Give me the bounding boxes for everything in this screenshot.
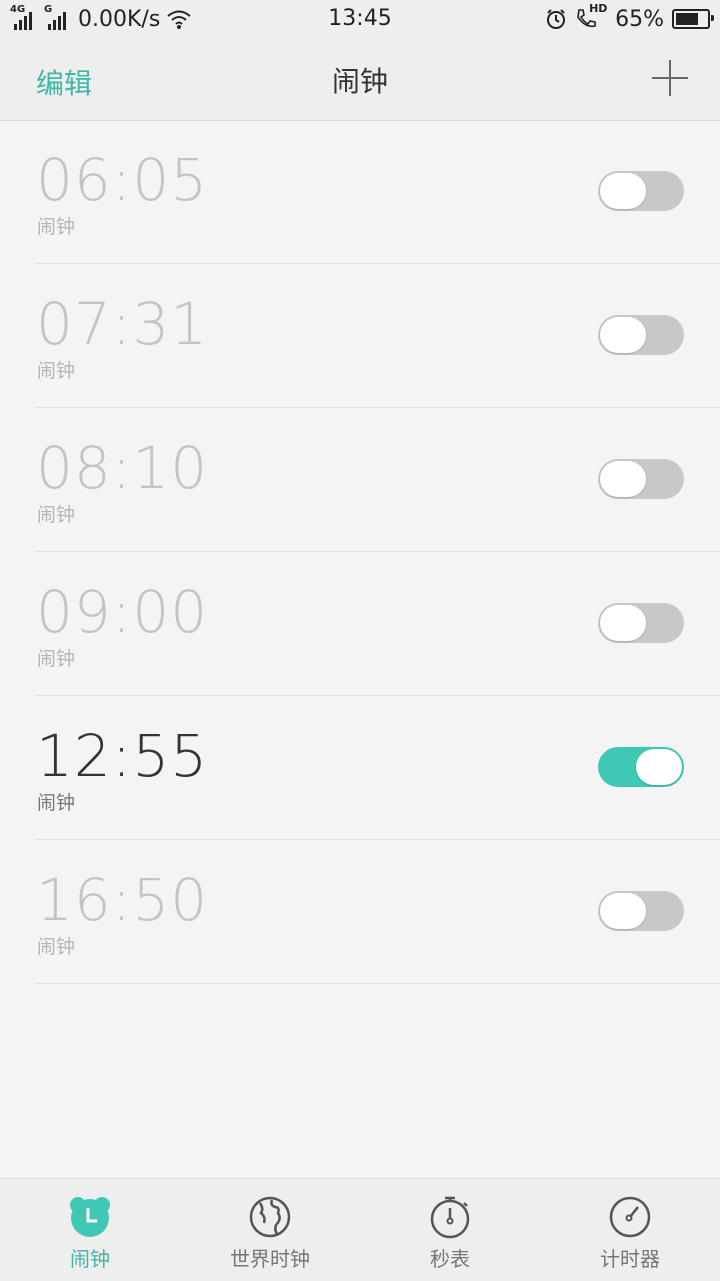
toggle-knob bbox=[600, 461, 646, 497]
tab-stopwatch[interactable]: 秒表 bbox=[360, 1179, 540, 1281]
alarm-item[interactable]: 08:10 闹钟 bbox=[0, 408, 720, 552]
alarm-label: 闹钟 bbox=[37, 936, 76, 958]
alarm-toggle[interactable] bbox=[598, 459, 684, 499]
hd-label: HD bbox=[589, 2, 608, 15]
app-header: 编辑 闹钟 bbox=[0, 38, 720, 121]
toggle-knob bbox=[600, 173, 646, 209]
tab-world-clock[interactable]: 世界时钟 bbox=[180, 1179, 360, 1281]
page-title: 闹钟 bbox=[331, 65, 388, 98]
toggle-knob bbox=[600, 605, 646, 641]
globe-icon bbox=[249, 1196, 291, 1238]
alarm-time: 06:05 bbox=[36, 146, 209, 214]
alarm-time: 08:10 bbox=[36, 434, 209, 502]
timer-icon bbox=[609, 1196, 651, 1238]
bottom-tab-bar: 闹钟 世界时钟 秒表 计时器 bbox=[0, 1178, 720, 1281]
alarm-toggle[interactable] bbox=[598, 891, 684, 931]
tab-label: 世界时钟 bbox=[230, 1247, 310, 1271]
alarm-label: 闹钟 bbox=[37, 504, 76, 526]
tab-timer[interactable]: 计时器 bbox=[540, 1179, 720, 1281]
tab-alarm[interactable]: 闹钟 bbox=[0, 1179, 180, 1281]
alarm-item[interactable]: 16:50 闹钟 bbox=[0, 840, 720, 984]
tab-label: 秒表 bbox=[430, 1247, 470, 1271]
alarm-item[interactable]: 06:05 闹钟 bbox=[0, 120, 720, 264]
alarm-item[interactable]: 07:31 闹钟 bbox=[0, 264, 720, 408]
divider bbox=[36, 983, 720, 984]
hd-call-icon: HD bbox=[575, 2, 607, 30]
status-right: HD 65% bbox=[545, 2, 714, 32]
alarm-toggle[interactable] bbox=[598, 603, 684, 643]
alarm-status-icon bbox=[547, 9, 566, 29]
alarm-time: 12:55 bbox=[36, 722, 209, 790]
status-bar: 4G G 0.00K/s 13:45 HD 65% bbox=[0, 0, 720, 38]
alarm-label: 闹钟 bbox=[37, 360, 76, 382]
alarm-time: 09:00 bbox=[36, 578, 209, 646]
battery-icon bbox=[672, 9, 714, 29]
alarm-label: 闹钟 bbox=[37, 216, 76, 238]
alarm-list: 06:05 闹钟 07:31 闹钟 08:10 闹钟 09:00 闹钟 12:5… bbox=[0, 120, 720, 984]
alarm-item[interactable]: 09:00 闹钟 bbox=[0, 552, 720, 696]
toggle-knob bbox=[636, 749, 682, 785]
alarm-toggle[interactable] bbox=[598, 315, 684, 355]
tab-label: 计时器 bbox=[600, 1247, 660, 1271]
alarm-toggle[interactable] bbox=[598, 747, 684, 787]
alarm-item[interactable]: 12:55 闹钟 bbox=[0, 696, 720, 840]
battery-percent: 65% bbox=[615, 6, 664, 32]
add-alarm-plus-icon[interactable] bbox=[652, 60, 688, 96]
alarm-label: 闹钟 bbox=[37, 648, 76, 670]
alarm-toggle[interactable] bbox=[598, 171, 684, 211]
alarm-clock-icon bbox=[70, 1197, 110, 1237]
tab-label: 闹钟 bbox=[70, 1247, 110, 1271]
toggle-knob bbox=[600, 893, 646, 929]
toggle-knob bbox=[600, 317, 646, 353]
alarm-time: 16:50 bbox=[36, 866, 209, 934]
alarm-label: 闹钟 bbox=[37, 792, 76, 814]
stopwatch-icon bbox=[430, 1196, 470, 1239]
alarm-time: 07:31 bbox=[36, 290, 209, 358]
